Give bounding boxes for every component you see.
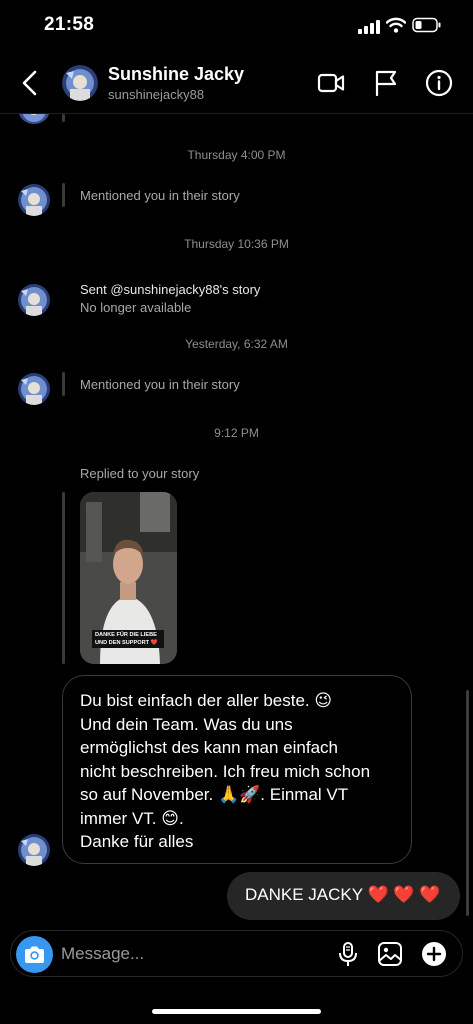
status-time: 21:58 (44, 14, 95, 35)
message-line: immer VT. 😊. (80, 808, 184, 828)
timestamp: Thursday 4:00 PM (187, 148, 286, 162)
avatar[interactable] (18, 284, 50, 316)
message-composer (10, 930, 463, 977)
status-bar: 21:58 (0, 0, 473, 52)
contact-username[interactable]: sunshinejacky88 (108, 87, 204, 102)
message-line: ermöglichst des kann man einfach (80, 738, 338, 757)
avatar[interactable] (18, 184, 50, 216)
story-caption: DANKE FÜR DIE LIEBE UND DEN SUPPORT ❤️ (92, 630, 164, 648)
activity-bar (62, 183, 65, 207)
battery-icon (412, 17, 441, 33)
incoming-message-bubble[interactable]: Du bist einfach der aller beste. 😉 Und d… (62, 675, 412, 864)
message-line: Danke für alles (80, 832, 194, 851)
activity-bar (62, 372, 65, 396)
back-chevron-icon[interactable] (18, 68, 42, 98)
reply-bar (62, 492, 65, 664)
timestamp: Yesterday, 6:32 AM (185, 337, 288, 351)
story-thumbnail[interactable]: DANKE FÜR DIE LIEBE UND DEN SUPPORT ❤️ (80, 492, 177, 664)
message-input[interactable] (61, 939, 321, 969)
outgoing-message-bubble[interactable]: DANKE JACKY ❤️ ❤️ ❤️ (227, 872, 460, 920)
video-call-icon[interactable] (316, 68, 346, 98)
heart-emojis: ❤️ ❤️ ❤️ (367, 885, 441, 904)
plus-icon[interactable] (420, 940, 448, 968)
message-line: Und dein Team. Was du uns (80, 714, 293, 734)
home-indicator[interactable] (152, 1009, 321, 1014)
avatar[interactable] (18, 373, 50, 405)
cellular-signal-icon (358, 20, 380, 34)
message-line: so auf November. 🙏🚀. Einmal VT (80, 785, 349, 804)
info-icon[interactable] (424, 68, 454, 98)
story-unavailable-text: No longer available (80, 300, 192, 315)
camera-button[interactable] (16, 936, 53, 973)
avatar[interactable] (18, 834, 50, 866)
flag-icon[interactable] (371, 68, 401, 98)
message-line: Du bist einfach der aller beste. 😉 (80, 691, 333, 710)
message-line: nicht beschreiben. Ich freu mich schon (80, 761, 371, 781)
header-avatar[interactable] (62, 65, 98, 101)
timestamp: Thursday 10:36 PM (184, 237, 289, 251)
wifi-icon (386, 17, 406, 33)
story-mention-text[interactable]: Mentioned you in their story (80, 377, 240, 392)
camera-icon (25, 946, 44, 963)
activity-bar (62, 114, 65, 122)
timestamp: 9:12 PM (214, 426, 259, 440)
contact-name[interactable]: Sunshine Jacky (108, 64, 244, 85)
story-mention-text[interactable]: Mentioned you in their story (80, 188, 240, 203)
chat-header: Sunshine Jacky sunshinejacky88 (0, 52, 473, 114)
gallery-icon[interactable] (376, 940, 404, 968)
shared-story-text[interactable]: Sent @sunshinejacky88's story (80, 282, 260, 297)
replied-to-story-label: Replied to your story (80, 466, 200, 481)
outgoing-message-text: DANKE JACKY (245, 885, 363, 904)
scrollbar[interactable] (466, 690, 469, 916)
microphone-icon[interactable] (334, 940, 362, 968)
